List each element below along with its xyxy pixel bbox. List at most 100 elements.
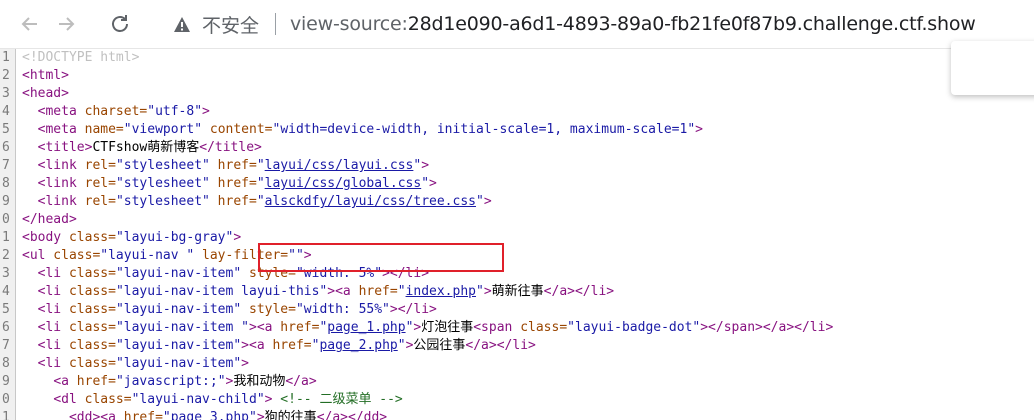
source-link[interactable]: page_1.php xyxy=(327,320,405,335)
attr-name: class= xyxy=(512,320,568,335)
source-link[interactable]: page_3.php xyxy=(171,410,249,420)
attr-value: "layui-nav-item " xyxy=(115,320,249,335)
attr-quote: " xyxy=(475,194,484,209)
arrow-right-icon xyxy=(59,17,75,31)
attr-name: href= xyxy=(68,374,116,389)
source-link[interactable]: index.php xyxy=(406,284,476,299)
nav-text: 灯泡往事 xyxy=(421,320,474,335)
tag-text: <li xyxy=(37,284,62,299)
line-number: 3 xyxy=(0,85,16,103)
source-line: 2 <html> xyxy=(0,67,1034,85)
source-link[interactable]: layui/css/global.css xyxy=(265,176,422,191)
line-number: 1 xyxy=(0,49,16,67)
arrow-left-icon xyxy=(21,17,37,31)
nav-text: 萌新往事 xyxy=(491,284,544,299)
tag-text: <li xyxy=(37,338,62,353)
tag-text: <li xyxy=(37,320,62,335)
warning-triangle-icon[interactable] xyxy=(172,14,192,34)
source-line: 5 <meta name="viewport" content="width=d… xyxy=(0,121,1034,139)
source-line: 3 <li class="layui-nav-item" style="widt… xyxy=(0,265,1034,283)
attr-value: "layui-bg-gray" xyxy=(115,230,234,245)
tag-text: <li xyxy=(37,266,62,281)
address-bar[interactable]: 不安全 view-source:28d1e090-a6d1-4893-89a0-… xyxy=(160,4,1034,44)
source-view: 1 <!DOCTYPE html> 2 <html> 3 <head> 4 <meta… xyxy=(0,49,1034,420)
url-text[interactable]: view-source:28d1e090-a6d1-4893-89a0-fb21… xyxy=(290,13,976,35)
source-line: 9 <a href="javascript:;">我和动物</a> xyxy=(0,373,1034,391)
source-line: 6 <li class="layui-nav-item "><a href="p… xyxy=(0,319,1034,337)
tag-text: ><a xyxy=(249,320,273,335)
source-line: 7 <li class="layui-nav-item"><a href= "pa… xyxy=(0,337,1034,355)
attr-name: class= xyxy=(61,230,116,245)
tag-text: </a></li> xyxy=(543,284,615,299)
attr-quote: " xyxy=(162,410,171,420)
source-line: 3 <head> xyxy=(0,85,1034,103)
nav-text: 狗的往事 xyxy=(264,410,317,420)
attr-name: class= xyxy=(61,356,116,371)
attr-name: class= xyxy=(76,392,132,407)
tag-text: > xyxy=(61,86,69,101)
line-number: 2 xyxy=(0,67,16,85)
attr-quote: " xyxy=(256,176,265,191)
attr-name: href= xyxy=(115,410,163,420)
source-line: 2 <ul class="layui-nav " lay-filter=""> xyxy=(0,247,1034,265)
back-button[interactable] xyxy=(14,8,46,40)
tag-text: <li xyxy=(37,356,62,371)
attr-value: "layui-nav-child" xyxy=(131,392,265,407)
attr-value: "layui-badge-dot" xyxy=(567,320,701,335)
tag-text: <body xyxy=(22,230,62,245)
tag-text: > xyxy=(421,158,430,173)
line-number: 7 xyxy=(0,337,16,355)
attr-name: class= xyxy=(61,266,116,281)
line-number: 5 xyxy=(0,301,16,319)
security-status-label[interactable]: 不安全 xyxy=(202,11,259,38)
tag-text: <meta xyxy=(37,104,77,119)
tag-text: <link xyxy=(37,194,77,209)
source-line: 0 </head> xyxy=(0,211,1034,229)
line-number: 4 xyxy=(0,283,16,301)
attr-value: "layui-nav " xyxy=(100,248,195,263)
tag-text: </title> xyxy=(199,140,262,155)
tag-text: > xyxy=(695,122,703,137)
source-line: 1 <body class="layui-bg-gray"> xyxy=(0,229,1034,247)
tag-text: <link xyxy=(37,158,77,173)
source-link[interactable]: page_2.php xyxy=(319,338,397,353)
attr-value: "layui-nav-item" xyxy=(115,338,242,353)
source-line: 5 <li class="layui-nav-item" style="widt… xyxy=(0,301,1034,319)
tag-text: <li xyxy=(37,302,62,317)
attr-name: rel= xyxy=(76,176,116,191)
line-number: 7 xyxy=(0,157,16,175)
attr-quote: " xyxy=(397,284,406,299)
tag-text: <html xyxy=(22,68,62,83)
tag-text: <head xyxy=(22,86,62,101)
tag-text: <meta xyxy=(37,122,77,137)
attr-value: "layui-nav-item layui-this" xyxy=(115,284,328,299)
tag-text: <link xyxy=(37,176,77,191)
source-link-highlighted[interactable]: alsckdfy/layui/css/tree.css xyxy=(265,194,476,209)
line-number: 6 xyxy=(0,319,16,337)
comment-text: <!-- 二级菜单 --> xyxy=(272,392,403,407)
source-link[interactable]: layui/css/layui.css xyxy=(265,158,414,173)
reload-button[interactable] xyxy=(104,8,136,40)
line-number: 0 xyxy=(0,391,16,409)
tag-text: ></span></a></li> xyxy=(700,320,834,335)
line-number: 9 xyxy=(0,193,16,211)
line-number: 2 xyxy=(0,247,16,265)
attr-value: "layui-nav-item" xyxy=(115,302,242,317)
attr-name: charset= xyxy=(76,104,148,119)
source-line: 0 <dl class="layui-nav-child"> <!-- 二级菜单… xyxy=(0,391,1034,409)
nav-text: 公园往事 xyxy=(413,338,466,353)
source-line: 9 <link rel="stylesheet" href="alsckdfy/… xyxy=(0,193,1034,211)
attr-value: "stylesheet" xyxy=(115,176,210,191)
line-number: 6 xyxy=(0,139,16,157)
attr-quote: " xyxy=(421,176,430,191)
attr-name: href= xyxy=(272,320,320,335)
title-text: CTFshow萌新博客 xyxy=(92,140,200,155)
tag-text: > xyxy=(256,410,265,420)
tag-text: ></li> xyxy=(389,302,437,317)
tag-text: </a></li> xyxy=(465,338,536,353)
tag-text: > xyxy=(233,230,242,245)
line-number: 9 xyxy=(0,373,16,391)
attr-name: style= xyxy=(241,302,296,317)
url-prefix: view-source: xyxy=(290,13,408,35)
forward-button[interactable] xyxy=(50,8,82,40)
